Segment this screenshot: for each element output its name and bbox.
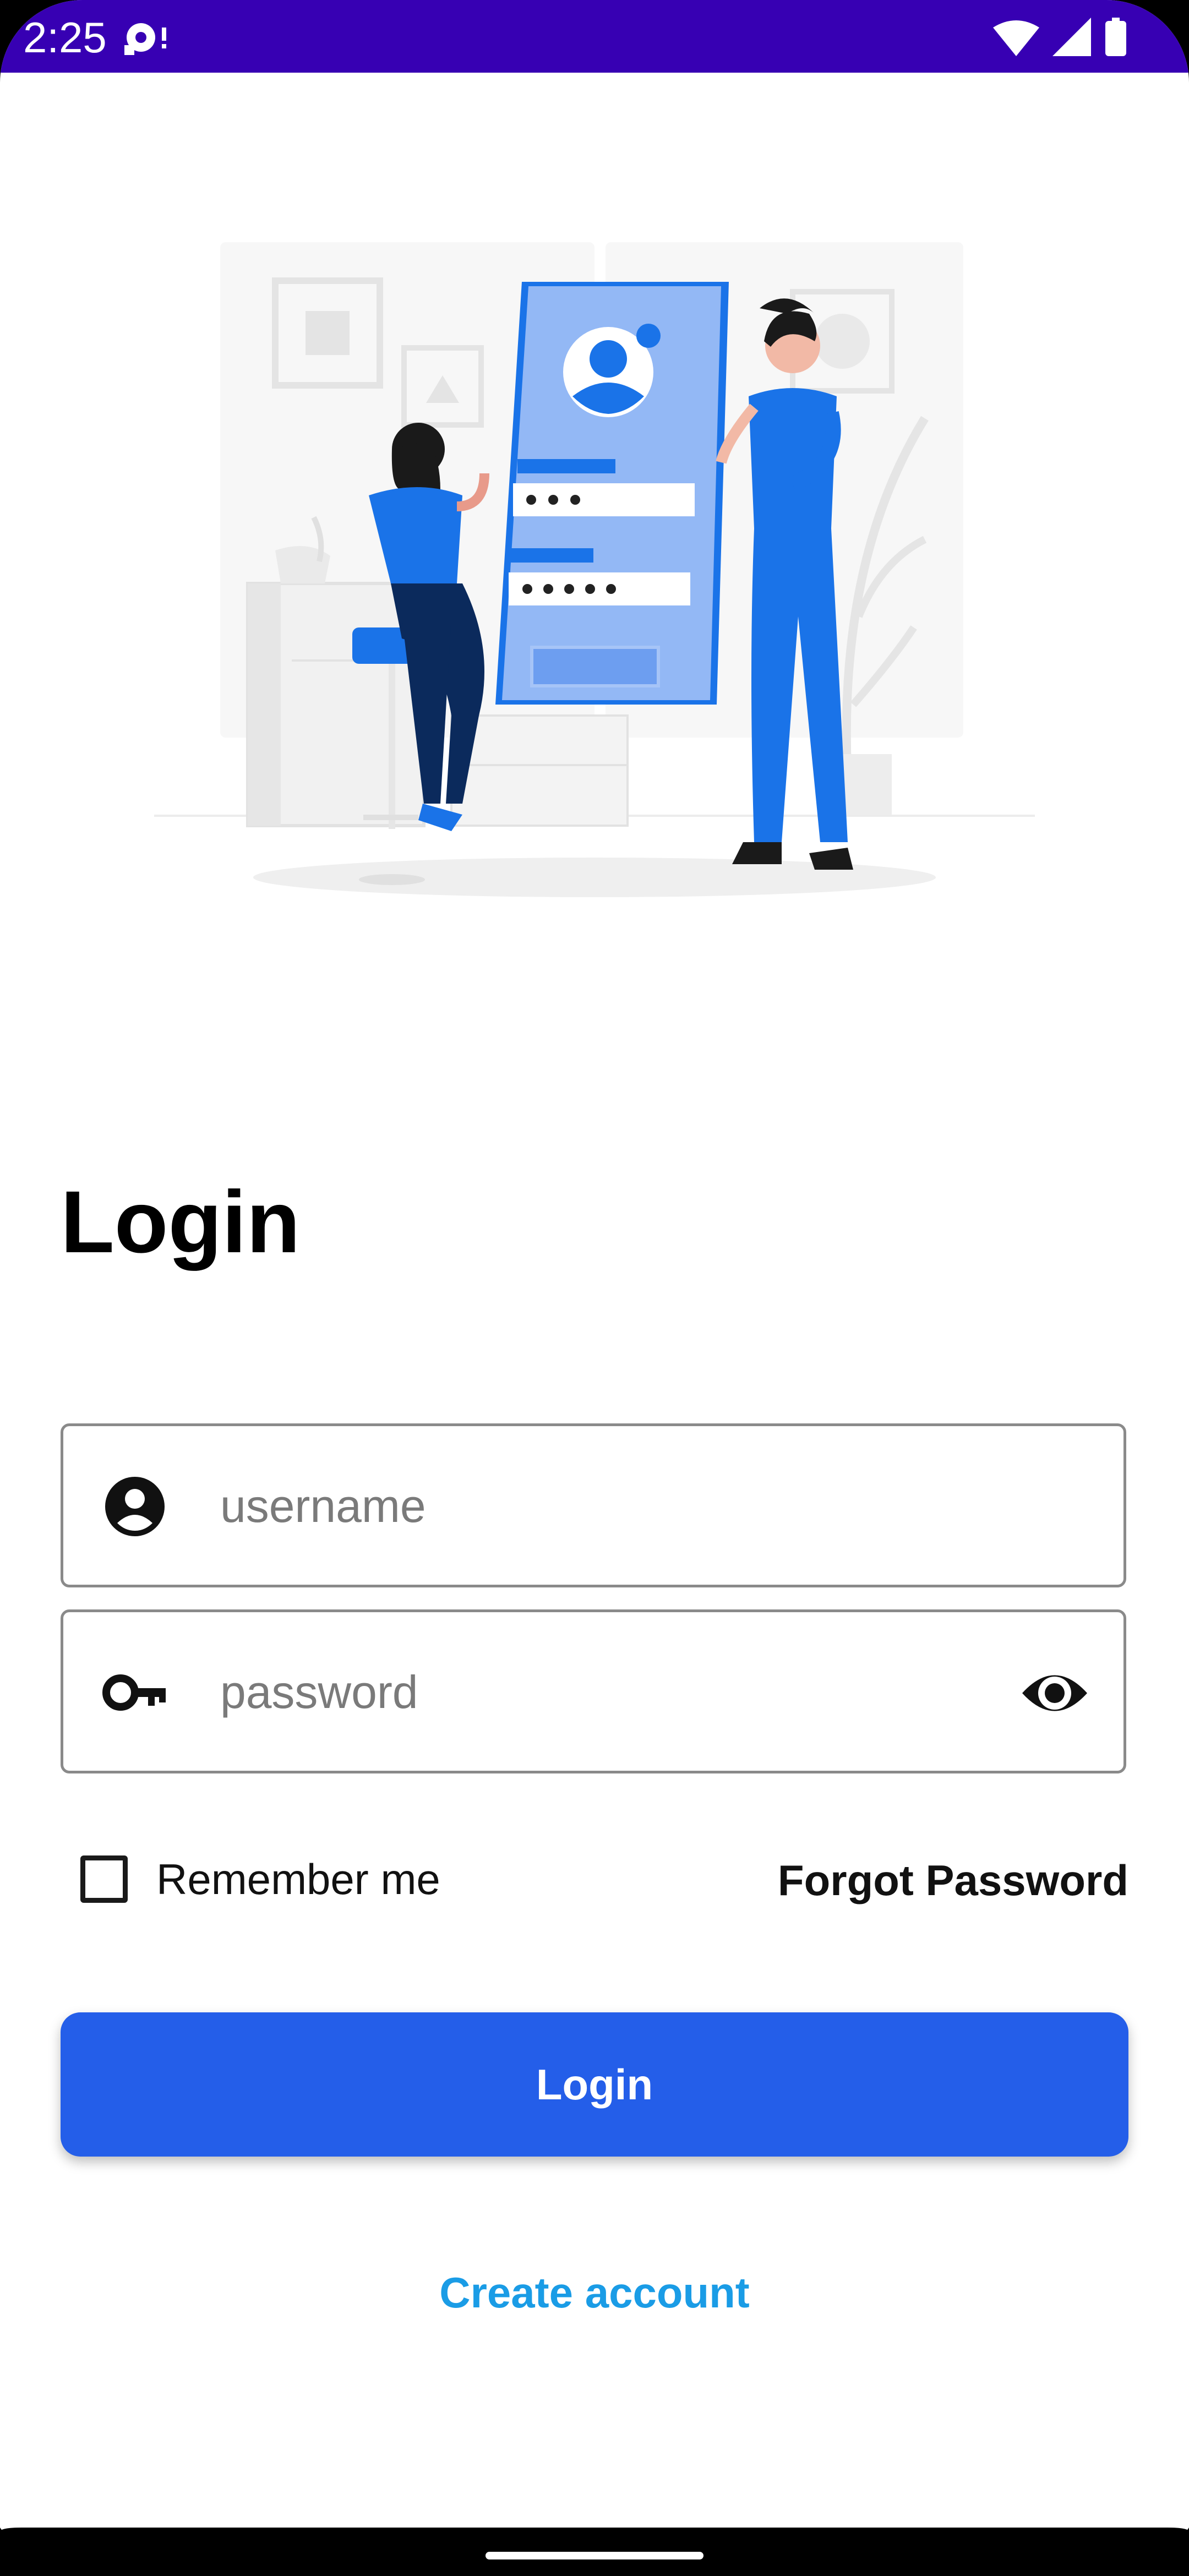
password-input[interactable]	[220, 1634, 991, 1750]
remember-me-label: Remember me	[156, 1854, 440, 1903]
key-icon	[102, 1674, 166, 1711]
password-field[interactable]	[61, 1609, 1126, 1773]
login-button[interactable]: Login	[61, 2012, 1128, 2157]
notification-icon	[124, 23, 166, 55]
login-screen: 2:25 Login username Remember me Forgot P…	[0, 0, 1189, 2576]
remember-me-checkbox[interactable]: Remember me	[80, 1851, 440, 1908]
account-circle-icon	[105, 1477, 165, 1536]
checkbox-box[interactable]	[80, 1855, 128, 1903]
wifi-icon	[993, 20, 1039, 56]
eye-icon[interactable]	[1019, 1663, 1090, 1723]
login-illustration	[154, 242, 1035, 897]
username-field[interactable]	[61, 1423, 1126, 1587]
forgot-password-link[interactable]: Forgot Password	[778, 1853, 1128, 1908]
battery-icon	[1105, 18, 1126, 56]
nav-bar-background	[0, 2528, 1189, 2576]
signal-icon	[1052, 18, 1091, 56]
status-bar: 2:25	[0, 0, 1189, 73]
home-gesture-handle[interactable]	[486, 2552, 703, 2559]
status-time: 2:25	[23, 13, 107, 62]
system-status-icons	[993, 18, 1126, 56]
page-title: Login	[61, 1172, 301, 1271]
create-account-link[interactable]: Create account	[0, 2262, 1189, 2323]
username-input[interactable]	[220, 1448, 991, 1564]
